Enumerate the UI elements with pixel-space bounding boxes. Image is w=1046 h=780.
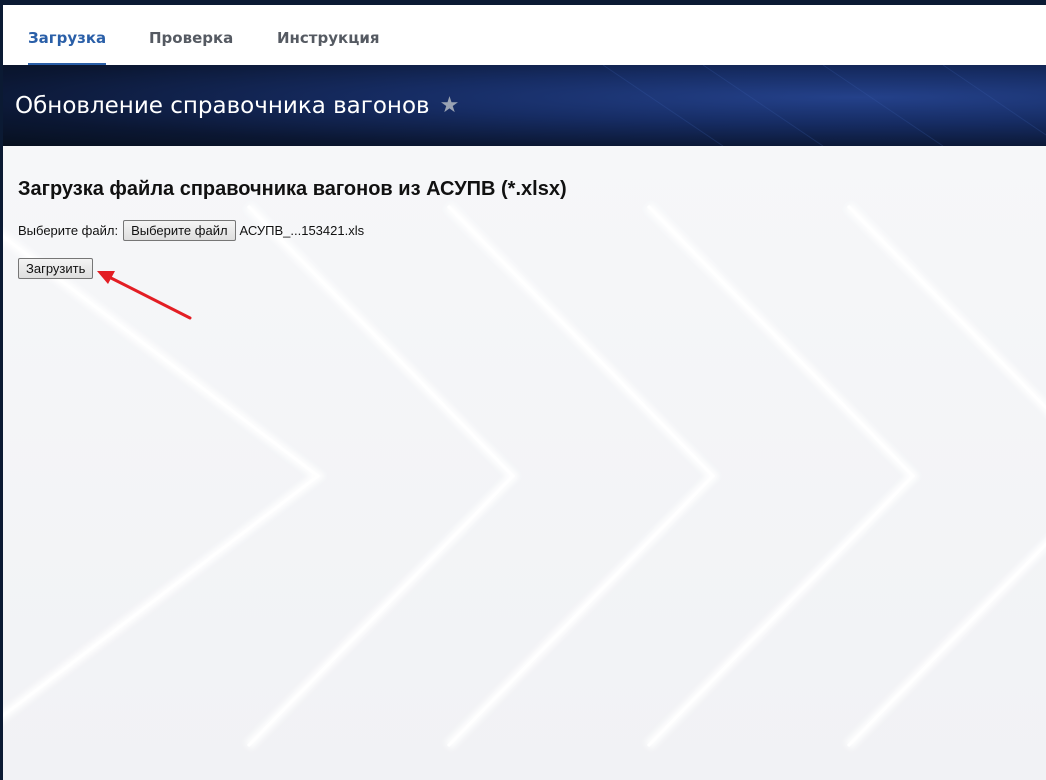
upload-form-heading: Загрузка файла справочника вагонов из АС… [18, 178, 567, 200]
tab-instructions[interactable]: Инструкция [277, 5, 379, 65]
main-content: Загрузка файла справочника вагонов из АС… [3, 146, 1046, 780]
app-window: Загрузка Проверка Инструкция Обновление … [3, 5, 1046, 780]
tab-check[interactable]: Проверка [149, 5, 233, 65]
file-input-row: Выберите файл: Выберите файл АСУПВ_...15… [18, 220, 364, 241]
upload-button[interactable]: Загрузить [18, 258, 94, 279]
selected-file-name: АСУПВ_...153421.xls [239, 223, 365, 238]
file-input-label: Выберите файл: [18, 223, 119, 238]
choose-file-button[interactable]: Выберите файл [123, 220, 236, 241]
tab-upload[interactable]: Загрузка [28, 5, 107, 65]
page-header-banner: Обновление справочника вагонов ★ [3, 65, 1046, 146]
page-title-text: Обновление справочника вагонов [15, 93, 430, 119]
page-title: Обновление справочника вагонов ★ [15, 93, 459, 119]
star-icon[interactable]: ★ [440, 93, 460, 118]
background-chevrons-decoration [3, 202, 1046, 750]
tab-bar: Загрузка Проверка Инструкция [3, 5, 1046, 65]
